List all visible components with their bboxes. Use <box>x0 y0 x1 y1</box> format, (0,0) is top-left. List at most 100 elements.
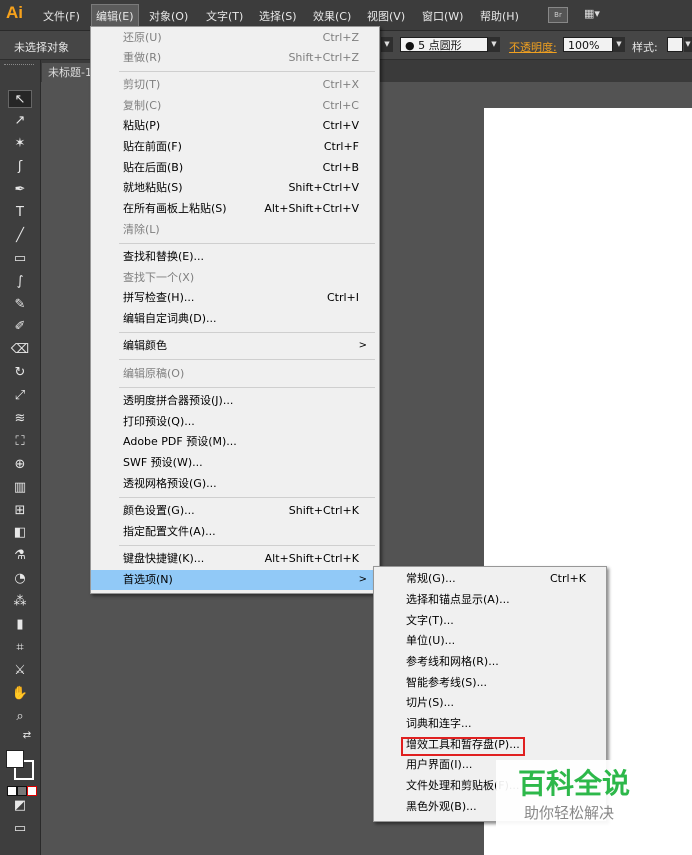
menu-type[interactable]: 文字(T) <box>206 8 243 24</box>
menu-item-swf-presets[interactable]: SWF 预设(W)... <box>91 453 377 473</box>
rotate-tool-icon[interactable]: ↻ <box>8 364 32 382</box>
mesh-tool-icon[interactable]: ⊞ <box>8 502 32 520</box>
scale-tool-icon[interactable]: ⤢ <box>8 387 32 405</box>
gradient-tool-icon[interactable]: ◧ <box>8 524 32 542</box>
eraser-tool-icon[interactable]: ⌫ <box>8 341 32 359</box>
type-tool-icon[interactable]: T <box>8 204 32 222</box>
arrange-documents-button[interactable]: ▦▾ <box>584 7 610 21</box>
menu-separator <box>119 497 375 498</box>
free-transform-tool-icon[interactable]: ⛶ <box>8 433 32 451</box>
menu-item-undo[interactable]: 还原(U) Ctrl+Z <box>91 28 377 48</box>
submenu-item-slices[interactable]: 切片(S)... <box>374 693 604 713</box>
menu-view[interactable]: 视图(V) <box>367 8 405 24</box>
menu-item-preferences[interactable]: 首选项(N) > <box>91 570 377 590</box>
pencil-tool-icon[interactable]: ✎ <box>8 296 32 314</box>
menu-item-pdf-presets[interactable]: Adobe PDF 预设(M)... <box>91 432 377 452</box>
paintbrush-tool-icon[interactable]: ∫ <box>8 273 32 291</box>
style-label: 样式: <box>632 41 658 54</box>
artboard-tool-icon[interactable]: ⌗ <box>8 639 32 657</box>
menu-item-edit-dictionary[interactable]: 编辑自定词典(D)... <box>91 309 377 329</box>
menu-item-perspective-grid-presets[interactable]: 透视网格预设(G)... <box>91 474 377 494</box>
style-swatch[interactable] <box>667 37 683 52</box>
menu-separator <box>119 243 375 244</box>
chevron-right-icon: > <box>358 574 367 585</box>
menu-item-print-presets[interactable]: 打印预设(Q)... <box>91 412 377 432</box>
menu-select[interactable]: 选择(S) <box>259 8 297 24</box>
watermark-title: 百科全说 <box>518 767 631 800</box>
screen-mode-icon[interactable]: ▭ <box>8 820 32 838</box>
menu-item-paste-in-front[interactable]: 贴在前面(F) Ctrl+F <box>91 137 377 157</box>
draw-mode-icon[interactable]: ◩ <box>8 797 32 815</box>
submenu-item-smart-guides[interactable]: 智能参考线(S)... <box>374 673 604 693</box>
gradient-mode-icon[interactable] <box>17 786 27 796</box>
fill-color-swatch[interactable] <box>6 750 24 768</box>
menu-window[interactable]: 窗口(W) <box>422 8 463 24</box>
submenu-item-type[interactable]: 文字(T)... <box>374 611 604 631</box>
menu-item-find-replace[interactable]: 查找和替换(E)... <box>91 247 377 267</box>
opacity-dropdown-arrow[interactable]: ▼ <box>613 37 625 52</box>
tools-panel: ↖ ↗ ✶ ʃ ✒ T ╱ ▭ ∫ ✎ ✐ ⌫ ↻ ⤢ ≋ ⛶ ⊕ ▥ ⊞ ◧ … <box>0 60 41 855</box>
lasso-tool-icon[interactable]: ʃ <box>8 158 32 176</box>
menu-item-edit-original[interactable]: 编辑原稿(O) <box>91 364 377 384</box>
submenu-item-selection-anchor-display[interactable]: 选择和锚点显示(A)... <box>374 590 604 610</box>
menu-item-keyboard-shortcuts[interactable]: 键盘快捷键(K)... Alt+Shift+Ctrl+K <box>91 549 377 569</box>
zoom-tool-icon[interactable]: ⌕ <box>8 708 32 726</box>
selection-status: 未选择对象 <box>14 41 69 54</box>
menu-item-redo[interactable]: 重做(R) Shift+Ctrl+Z <box>91 48 377 68</box>
chevron-right-icon: > <box>358 340 367 351</box>
panel-grip[interactable] <box>4 64 34 68</box>
pen-tool-icon[interactable]: ✒ <box>8 181 32 199</box>
slice-tool-icon[interactable]: ⚔ <box>8 662 32 680</box>
submenu-item-general[interactable]: 常规(G)... Ctrl+K <box>374 569 604 589</box>
color-mode-icon[interactable] <box>7 786 17 796</box>
eyedropper-tool-icon[interactable]: ⚗ <box>8 547 32 565</box>
magic-wand-tool-icon[interactable]: ✶ <box>8 135 32 153</box>
rectangle-tool-icon[interactable]: ▭ <box>8 250 32 268</box>
perspective-grid-tool-icon[interactable]: ▥ <box>8 479 32 497</box>
blob-brush-tool-icon[interactable]: ✐ <box>8 318 32 336</box>
swap-colors-icon[interactable]: ⇄ <box>20 730 34 742</box>
opacity-field[interactable]: 100% <box>563 37 613 52</box>
line-tool-icon[interactable]: ╱ <box>8 227 32 245</box>
menu-item-assign-profile[interactable]: 指定配置文件(A)... <box>91 522 377 542</box>
menu-item-find-next[interactable]: 查找下一个(X) <box>91 268 377 288</box>
watermark: 百科全说 助你轻松解决 <box>496 760 668 830</box>
style-dropdown-arrow[interactable]: ▼ <box>684 37 692 52</box>
menu-item-paste-in-place[interactable]: 就地粘贴(S) Shift+Ctrl+V <box>91 178 377 198</box>
menu-item-cut[interactable]: 剪切(T) Ctrl+X <box>91 75 377 95</box>
submenu-item-guides-grid[interactable]: 参考线和网格(R)... <box>374 652 604 672</box>
hand-tool-icon[interactable]: ✋ <box>8 685 32 703</box>
edit-menu: 还原(U) Ctrl+Z 重做(R) Shift+Ctrl+Z 剪切(T) Ctrl+… <box>90 26 380 594</box>
stroke-dropdown-arrow[interactable]: ▼ <box>381 37 393 52</box>
direct-selection-tool-icon[interactable]: ↗ <box>8 112 32 130</box>
submenu-item-hyphenation[interactable]: 词典和连字... <box>374 714 604 734</box>
symbol-sprayer-tool-icon[interactable]: ⁂ <box>8 593 32 611</box>
menu-effect[interactable]: 效果(C) <box>313 8 351 24</box>
bridge-button[interactable]: Br <box>548 7 568 23</box>
menu-item-paste[interactable]: 粘贴(P) Ctrl+V <box>91 116 377 136</box>
shape-builder-tool-icon[interactable]: ⊕ <box>8 456 32 474</box>
menu-item-color-settings[interactable]: 颜色设置(G)... Shift+Ctrl+K <box>91 501 377 521</box>
menu-item-paste-on-all-artboards[interactable]: 在所有画板上粘贴(S) Alt+Shift+Ctrl+V <box>91 199 377 219</box>
menu-item-copy[interactable]: 复制(C) Ctrl+C <box>91 96 377 116</box>
menu-help[interactable]: 帮助(H) <box>480 8 519 24</box>
menu-object[interactable]: 对象(O) <box>149 8 188 24</box>
brush-dropdown-arrow[interactable]: ▼ <box>488 37 500 52</box>
menu-item-edit-colors[interactable]: 编辑颜色 > <box>91 336 377 356</box>
menu-item-spell-check[interactable]: 拼写检查(H)... Ctrl+I <box>91 288 377 308</box>
menu-file[interactable]: 文件(F) <box>43 8 80 24</box>
menu-edit[interactable]: 编辑(E) <box>91 4 139 28</box>
warp-tool-icon[interactable]: ≋ <box>8 410 32 428</box>
none-mode-icon[interactable] <box>27 786 37 796</box>
column-graph-tool-icon[interactable]: ▮ <box>8 616 32 634</box>
submenu-item-units[interactable]: 单位(U)... <box>374 631 604 651</box>
brush-dropdown[interactable]: ● 5 点圆形 <box>400 37 488 52</box>
document-tab[interactable]: 未标题-1 <box>42 63 90 82</box>
menu-item-paste-in-back[interactable]: 贴在后面(B) Ctrl+B <box>91 158 377 178</box>
menu-item-transparency-flattener[interactable]: 透明度拼合器预设(J)... <box>91 391 377 411</box>
opacity-label[interactable]: 不透明度: <box>509 39 557 55</box>
blend-tool-icon[interactable]: ◔ <box>8 570 32 588</box>
menu-separator <box>119 71 375 72</box>
menu-item-clear[interactable]: 清除(L) <box>91 220 377 240</box>
selection-tool-icon[interactable]: ↖ <box>8 90 32 108</box>
